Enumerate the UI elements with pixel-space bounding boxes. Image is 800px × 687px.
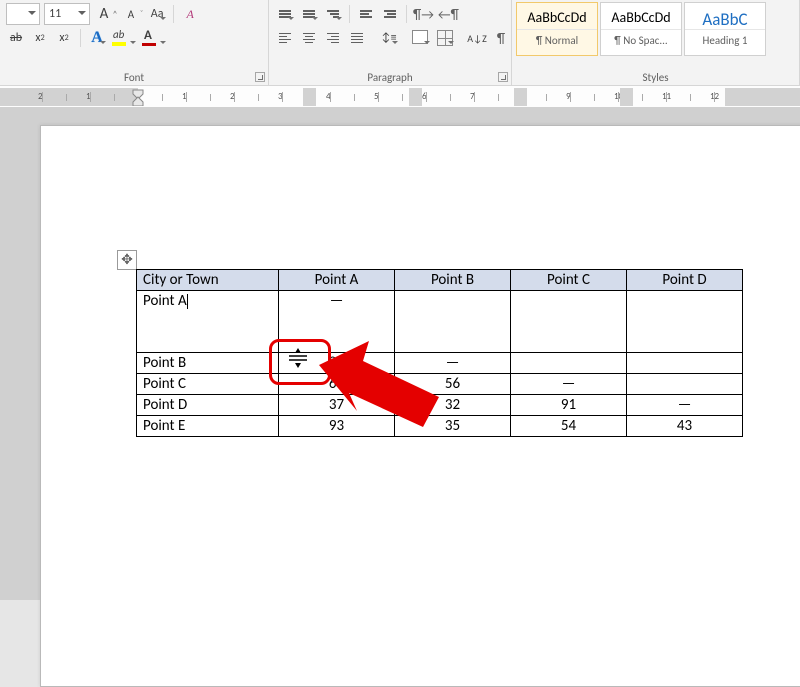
group-label-styles: Styles — [512, 71, 799, 85]
table-row[interactable]: Point A— — [137, 291, 743, 353]
justify-button[interactable] — [347, 28, 367, 48]
row-label-cell[interactable]: Point D — [137, 395, 279, 416]
table-row[interactable]: Point C6456— — [137, 374, 743, 395]
borders-button[interactable] — [435, 28, 455, 48]
decrease-indent-button[interactable] — [356, 4, 376, 24]
align-center-button[interactable] — [299, 28, 319, 48]
table-move-handle[interactable]: ✥ — [117, 250, 137, 270]
document-area[interactable]: ✥ City or Town Point A Point B Point C P… — [0, 107, 800, 600]
font-size-combo[interactable]: 11 — [44, 3, 90, 25]
shading-button[interactable] — [411, 28, 431, 48]
change-case-button[interactable]: Aa — [147, 4, 167, 24]
subscript-button[interactable]: x2 — [30, 28, 50, 48]
value-cell[interactable] — [627, 291, 743, 353]
group-label-font: Font — [0, 71, 268, 85]
bullets-button[interactable] — [275, 4, 295, 24]
value-cell[interactable]: 32 — [395, 395, 511, 416]
group-label-paragraph: Paragraph — [269, 71, 511, 85]
font-dialog-launcher[interactable] — [255, 72, 265, 82]
table-header: Point A — [279, 270, 395, 291]
value-cell[interactable] — [511, 291, 627, 353]
table-row[interactable]: Point E93355443 — [137, 416, 743, 437]
style-no-spacing[interactable]: AaBbCcDd ¶ No Spac... — [600, 2, 682, 56]
value-cell[interactable]: 43 — [627, 416, 743, 437]
value-cell[interactable]: 56 — [395, 374, 511, 395]
hanging-indent-marker[interactable] — [131, 96, 145, 106]
value-cell[interactable] — [627, 353, 743, 374]
show-hide-button[interactable]: ¶ — [491, 28, 511, 48]
line-spacing-button[interactable]: ↕≡ — [379, 28, 399, 48]
horizontal-ruler[interactable]: 2112345678910111213 — [0, 86, 800, 109]
font-name-combo[interactable] — [6, 3, 40, 25]
annotation-highlight-box — [269, 339, 331, 385]
value-cell[interactable] — [395, 291, 511, 353]
text-caret — [187, 294, 188, 309]
highlight-button[interactable]: ab — [111, 28, 137, 48]
paragraph-dialog-launcher[interactable] — [498, 72, 508, 82]
align-left-button[interactable] — [275, 28, 295, 48]
strikethrough-button[interactable]: ab — [6, 28, 26, 48]
table-header: Point B — [395, 270, 511, 291]
value-cell[interactable]: 54 — [511, 416, 627, 437]
value-cell[interactable]: — — [511, 374, 627, 395]
table-row[interactable]: Point D373291— — [137, 395, 743, 416]
row-label-cell[interactable]: Point B — [137, 353, 279, 374]
value-cell[interactable]: 35 — [395, 416, 511, 437]
value-cell[interactable] — [511, 353, 627, 374]
group-font: 11 A^ Aˇ Aa A ab x2 x2 A ab A Font — [0, 0, 269, 85]
ribbon: 11 A^ Aˇ Aa A ab x2 x2 A ab A Font — [0, 0, 800, 86]
value-cell[interactable]: 93 — [279, 416, 395, 437]
page: ✥ City or Town Point A Point B Point C P… — [40, 125, 800, 687]
grow-font-button[interactable]: A — [94, 4, 114, 24]
superscript-button[interactable]: x2 — [54, 28, 74, 48]
clear-formatting-button[interactable]: A — [180, 4, 200, 24]
table-header-row: City or Town Point A Point B Point C Poi… — [137, 270, 743, 291]
style-normal[interactable]: AaBbCcDd ¶ Normal — [516, 2, 598, 56]
table-header: Point D — [627, 270, 743, 291]
ltr-button[interactable]: ¶→ — [413, 4, 434, 24]
multilevel-button[interactable] — [323, 4, 343, 24]
group-paragraph: ¶→ ←¶ ↕≡ A↓Z ¶ Paragraph — [269, 0, 512, 85]
row-label-cell[interactable]: Point E — [137, 416, 279, 437]
align-right-button[interactable] — [323, 28, 343, 48]
sort-button[interactable]: A↓Z — [467, 28, 487, 48]
increase-indent-button[interactable] — [380, 4, 400, 24]
value-cell[interactable] — [627, 374, 743, 395]
row-label-cell[interactable]: Point C — [137, 374, 279, 395]
table-header: Point C — [511, 270, 627, 291]
rtl-button[interactable]: ←¶ — [438, 4, 459, 24]
value-cell[interactable]: 37 — [279, 395, 395, 416]
value-cell[interactable]: — — [627, 395, 743, 416]
value-cell[interactable]: — — [395, 353, 511, 374]
value-cell[interactable]: 91 — [511, 395, 627, 416]
distance-table[interactable]: City or Town Point A Point B Point C Poi… — [136, 269, 743, 437]
numbering-button[interactable] — [299, 4, 319, 24]
table-row[interactable]: Point B87— — [137, 353, 743, 374]
shrink-font-button[interactable]: A — [121, 4, 141, 24]
font-color-button[interactable]: A — [141, 28, 167, 48]
text-effects-button[interactable]: A — [87, 28, 107, 48]
row-label-cell[interactable]: Point A — [137, 291, 279, 353]
group-styles: AaBbCcDd ¶ Normal AaBbCcDd ¶ No Spac... … — [512, 0, 800, 85]
style-heading-1[interactable]: AaBbC Heading 1 — [684, 2, 766, 56]
table-header: City or Town — [137, 270, 279, 291]
